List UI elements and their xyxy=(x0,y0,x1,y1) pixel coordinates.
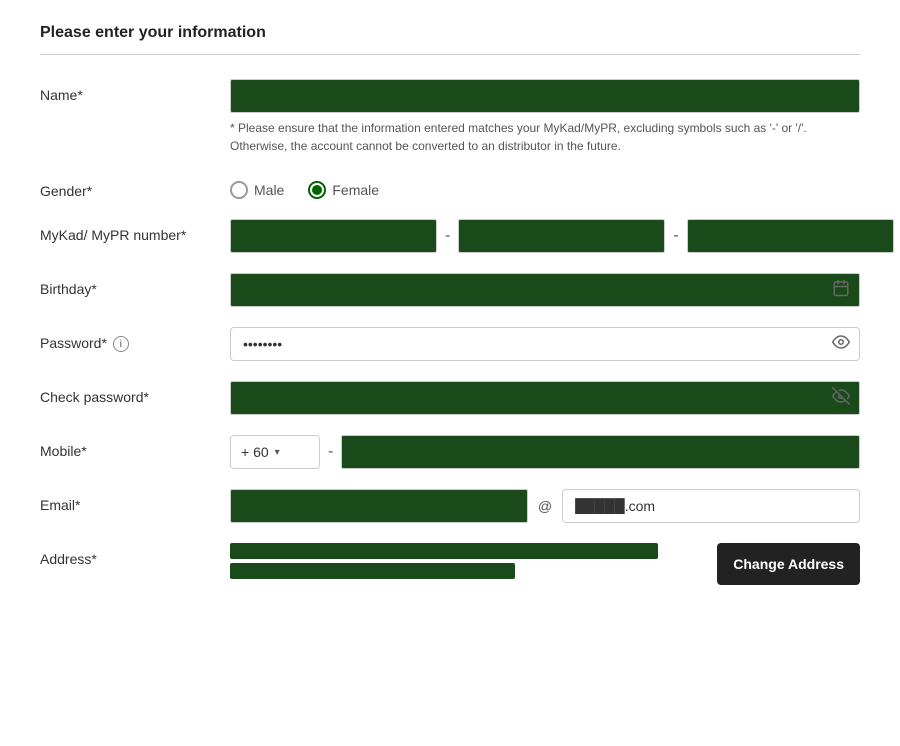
name-hint: * Please ensure that the information ent… xyxy=(230,119,860,155)
radio-male[interactable] xyxy=(230,181,248,199)
mykad-part1-input[interactable] xyxy=(230,219,437,253)
check-password-input-wrapper xyxy=(230,381,860,415)
mobile-number-input[interactable] xyxy=(341,435,860,469)
password-input-wrapper xyxy=(230,327,860,361)
email-label: Email* xyxy=(40,489,230,513)
address-wrapper xyxy=(230,543,705,579)
mobile-control-wrapper: + 60 ▾ - xyxy=(230,435,860,469)
calendar-icon[interactable] xyxy=(832,279,850,302)
radio-female[interactable] xyxy=(308,181,326,199)
mobile-row: Mobile* + 60 ▾ - xyxy=(40,435,860,469)
birthday-input[interactable] xyxy=(230,273,860,307)
email-inputs: @ xyxy=(230,489,860,523)
email-local-input[interactable] xyxy=(230,489,528,523)
email-row: Email* @ xyxy=(40,489,860,523)
gender-female-label: Female xyxy=(332,182,379,198)
birthday-control-wrapper xyxy=(230,273,860,307)
mykad-label: MyKad/ MyPR number* xyxy=(40,219,230,243)
mykad-row: MyKad/ MyPR number* - - xyxy=(40,219,860,253)
name-label: Name* xyxy=(40,79,230,103)
address-label: Address* xyxy=(40,543,230,567)
address-line-1 xyxy=(230,543,658,559)
eye-off-icon[interactable] xyxy=(832,387,850,410)
password-row: Password* i xyxy=(40,327,860,361)
check-password-control-wrapper xyxy=(230,381,860,415)
gender-male-label: Male xyxy=(254,182,284,198)
gender-female-option[interactable]: Female xyxy=(308,181,379,199)
mykad-inputs: - - xyxy=(230,219,894,253)
eye-icon[interactable] xyxy=(832,333,850,356)
mykad-sep2: - xyxy=(671,227,680,245)
mykad-control-wrapper: - - xyxy=(230,219,894,253)
mykad-part2-input[interactable] xyxy=(458,219,665,253)
gender-label: Gender* xyxy=(40,175,230,199)
name-row: Name* * Please ensure that the informati… xyxy=(40,79,860,155)
check-password-label: Check password* xyxy=(40,381,230,405)
divider xyxy=(40,54,860,55)
email-control-wrapper: @ xyxy=(230,489,860,523)
radio-female-inner xyxy=(312,185,322,195)
mobile-label: Mobile* xyxy=(40,435,230,459)
password-input[interactable] xyxy=(230,327,860,361)
name-input[interactable] xyxy=(230,79,860,113)
gender-row: Gender* Male Female xyxy=(40,175,860,199)
check-password-input[interactable] xyxy=(230,381,860,415)
change-address-button[interactable]: Change Address xyxy=(717,543,860,585)
gender-male-option[interactable]: Male xyxy=(230,181,284,199)
email-domain-input[interactable] xyxy=(562,489,860,523)
address-line-2 xyxy=(230,563,515,579)
password-label: Password* i xyxy=(40,327,230,352)
country-code-select[interactable]: + 60 ▾ xyxy=(230,435,320,469)
password-info-icon[interactable]: i xyxy=(113,336,129,352)
address-row: Address* Change Address xyxy=(40,543,860,585)
mobile-inputs: + 60 ▾ - xyxy=(230,435,860,469)
chevron-down-icon: ▾ xyxy=(275,447,280,458)
birthday-label: Birthday* xyxy=(40,273,230,297)
page-title: Please enter your information xyxy=(40,24,860,42)
name-control-wrapper: * Please ensure that the information ent… xyxy=(230,79,860,155)
page-container: Please enter your information Name* * Pl… xyxy=(0,0,900,746)
password-control-wrapper xyxy=(230,327,860,361)
country-code-value: + 60 xyxy=(241,444,269,460)
gender-options: Male Female xyxy=(230,175,860,199)
birthday-input-wrapper xyxy=(230,273,860,307)
at-symbol: @ xyxy=(534,498,556,514)
check-password-row: Check password* xyxy=(40,381,860,415)
mykad-sep1: - xyxy=(443,227,452,245)
mobile-sep: - xyxy=(326,443,335,461)
mykad-part3-input[interactable] xyxy=(687,219,894,253)
birthday-row: Birthday* xyxy=(40,273,860,307)
gender-control-wrapper: Male Female xyxy=(230,175,860,199)
